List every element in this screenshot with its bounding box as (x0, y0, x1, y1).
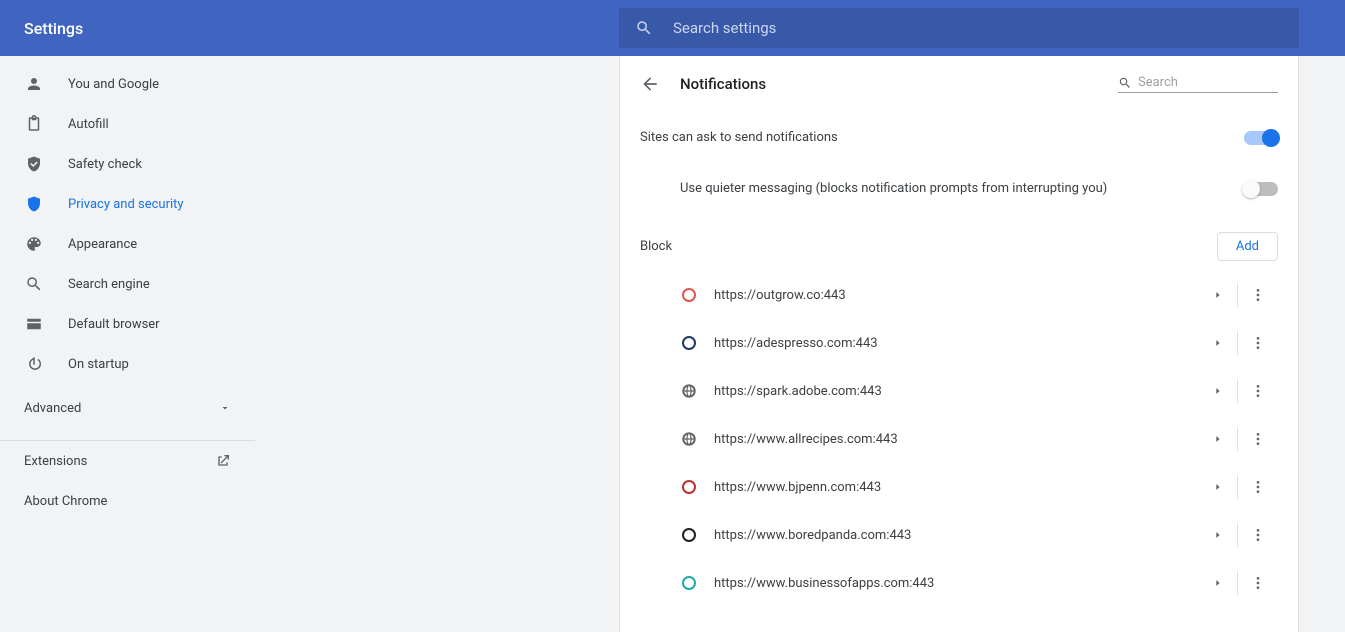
blocked-site-row: https://www.bjpenn.com:443 (620, 463, 1298, 511)
about-label: About Chrome (24, 494, 107, 509)
sidebar-item-label: Search engine (68, 277, 150, 292)
site-favicon (680, 478, 698, 496)
sidebar-item-privacy-security[interactable]: Privacy and security (0, 184, 255, 224)
site-favicon (680, 430, 698, 448)
more-menu-button[interactable] (1238, 575, 1278, 591)
clipboard-icon (24, 115, 44, 133)
sidebar-item-appearance[interactable]: Appearance (0, 224, 255, 264)
blocked-site-row: https://www.allrecipes.com:443 (620, 415, 1298, 463)
app-header: Settings (0, 0, 1345, 56)
expand-button[interactable] (1198, 523, 1238, 547)
site-url: https://www.allrecipes.com:443 (714, 432, 1198, 447)
sidebar-item-on-startup[interactable]: On startup (0, 344, 255, 384)
toggle-ask-notifications[interactable] (1244, 131, 1278, 145)
expand-button[interactable] (1198, 475, 1238, 499)
sidebar-item-label: On startup (68, 357, 129, 372)
block-heading: Block (640, 239, 672, 254)
sidebar-item-autofill[interactable]: Autofill (0, 104, 255, 144)
sidebar-item-label: Appearance (68, 237, 137, 252)
power-icon (24, 355, 44, 373)
block-section-header: Block Add (620, 214, 1298, 271)
more-menu-button[interactable] (1238, 335, 1278, 351)
expand-button[interactable] (1198, 283, 1238, 307)
panel-header: Notifications (620, 56, 1298, 112)
add-button[interactable]: Add (1217, 232, 1278, 261)
global-search-input[interactable] (673, 19, 1283, 37)
shield-icon (24, 195, 44, 213)
more-menu-button[interactable] (1238, 431, 1278, 447)
search-icon (635, 19, 653, 37)
palette-icon (24, 235, 44, 253)
sidebar-item-you-and-google[interactable]: You and Google (0, 64, 255, 104)
setting-ask-notifications: Sites can ask to send notifications (620, 112, 1298, 163)
sidebar-item-safety-check[interactable]: Safety check (0, 144, 255, 184)
more-menu-button[interactable] (1238, 479, 1278, 495)
panel-title: Notifications (680, 75, 1118, 93)
header-title: Settings (0, 19, 619, 38)
shield-check-icon (24, 155, 44, 173)
more-menu-button[interactable] (1238, 287, 1278, 303)
search-icon (1118, 76, 1132, 90)
search-icon (24, 275, 44, 293)
site-url: https://spark.adobe.com:443 (714, 384, 1198, 399)
panel-search-input[interactable] (1138, 75, 1278, 90)
browser-icon (24, 315, 44, 333)
sidebar-item-label: Autofill (68, 117, 109, 132)
sidebar-item-label: Safety check (68, 157, 142, 172)
blocked-site-row: https://adespresso.com:443 (620, 319, 1298, 367)
site-favicon (680, 382, 698, 400)
site-favicon (680, 574, 698, 592)
more-menu-button[interactable] (1238, 527, 1278, 543)
blocked-site-row: https://www.businessofapps.com:443 (620, 559, 1298, 607)
site-url: https://outgrow.co:443 (714, 288, 1198, 303)
setting-label: Sites can ask to send notifications (640, 130, 838, 145)
sidebar-about[interactable]: About Chrome (0, 481, 255, 521)
toggle-quieter-messaging[interactable] (1244, 182, 1278, 196)
site-url: https://www.bjpenn.com:443 (714, 480, 1198, 495)
sidebar-item-label: Default browser (68, 317, 160, 332)
sidebar-item-default-browser[interactable]: Default browser (0, 304, 255, 344)
more-menu-button[interactable] (1238, 383, 1278, 399)
site-favicon (680, 286, 698, 304)
chevron-down-icon (219, 402, 231, 414)
expand-button[interactable] (1198, 379, 1238, 403)
setting-quieter-messaging: Use quieter messaging (blocks notificati… (620, 163, 1298, 214)
sidebar: You and Google Autofill Safety check Pri… (0, 56, 255, 632)
sidebar-extensions[interactable]: Extensions (0, 441, 255, 481)
setting-label: Use quieter messaging (blocks notificati… (680, 181, 1107, 196)
blocked-site-row: https://www.boredpanda.com:443 (620, 511, 1298, 559)
site-url: https://adespresso.com:443 (714, 336, 1198, 351)
sidebar-item-label: Privacy and security (68, 197, 184, 212)
open-new-icon (215, 453, 231, 469)
site-favicon (680, 334, 698, 352)
expand-button[interactable] (1198, 571, 1238, 595)
expand-button[interactable] (1198, 331, 1238, 355)
advanced-label: Advanced (24, 401, 81, 416)
settings-panel: Notifications Sites can ask to send noti… (619, 56, 1299, 632)
panel-search[interactable] (1118, 75, 1278, 93)
sidebar-advanced[interactable]: Advanced (0, 384, 255, 432)
sidebar-item-label: You and Google (68, 77, 159, 92)
site-url: https://www.businessofapps.com:443 (714, 576, 1198, 591)
global-search[interactable] (619, 8, 1299, 48)
site-favicon (680, 526, 698, 544)
expand-button[interactable] (1198, 427, 1238, 451)
sidebar-item-search-engine[interactable]: Search engine (0, 264, 255, 304)
blocked-site-row: https://outgrow.co:443 (620, 271, 1298, 319)
back-button[interactable] (640, 74, 664, 94)
blocked-site-row: https://spark.adobe.com:443 (620, 367, 1298, 415)
site-url: https://www.boredpanda.com:443 (714, 528, 1198, 543)
extensions-label: Extensions (24, 454, 87, 469)
person-icon (24, 75, 44, 93)
